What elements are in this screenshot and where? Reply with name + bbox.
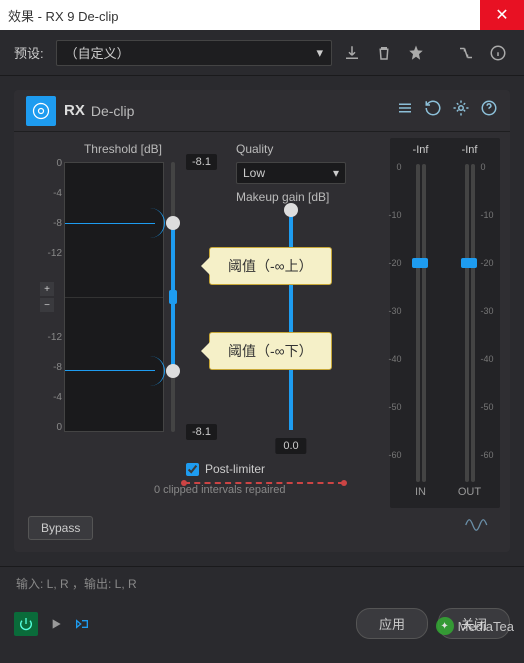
quality-label: Quality xyxy=(236,142,346,156)
quality-value: Low xyxy=(243,166,265,180)
zoom-in-button[interactable]: + xyxy=(40,282,54,296)
scale-tick: -12 xyxy=(42,332,62,343)
threshold-value-bottom[interactable]: -8.1 xyxy=(186,424,217,440)
threshold-link-icon[interactable] xyxy=(169,290,177,304)
threshold-handle-lower[interactable] xyxy=(166,364,180,378)
scale-tick: -4 xyxy=(42,188,62,199)
meter-tick: -10 xyxy=(481,210,494,220)
power-button[interactable] xyxy=(14,612,38,636)
meter-in-label: IN xyxy=(415,486,426,502)
watermark: ✦ MediaTea xyxy=(436,617,514,635)
post-limiter-row: Post-limiter xyxy=(186,462,265,476)
gear-icon[interactable] xyxy=(452,99,470,122)
meter-tick: -40 xyxy=(481,354,494,364)
meter-out: -Inf 0 -10 -20 -30 -40 -50 -60 xyxy=(445,144,494,502)
meters: -Inf 0 -10 -20 -30 -40 -50 -60 xyxy=(390,138,500,508)
makeup-label: Makeup gain [dB] xyxy=(236,190,346,204)
routing-icon[interactable] xyxy=(454,41,478,65)
preset-row: 预设: （自定义） ▾ xyxy=(0,30,524,76)
meter-in: -Inf 0 -10 -20 -30 -40 -50 -60 xyxy=(396,144,445,502)
apply-button[interactable]: 应用 xyxy=(356,608,428,639)
clipped-status: 0 clipped intervals repaired xyxy=(154,484,285,496)
post-limiter-label: Post-limiter xyxy=(205,462,265,476)
meter-tick: -30 xyxy=(388,306,401,316)
plugin-body: Threshold [dB] 0 -4 -8 -12 -12 -8 -4 0 + xyxy=(14,132,510,552)
scale-tick: 0 xyxy=(42,422,62,433)
io-status: 输入: L, R ，输出: L, R xyxy=(0,566,524,600)
meter-tick: -40 xyxy=(388,354,401,364)
scale-tick: -12 xyxy=(42,248,62,259)
preset-value: （自定义） xyxy=(65,43,130,62)
wechat-icon: ✦ xyxy=(436,617,454,635)
threshold-value-top[interactable]: -8.1 xyxy=(186,154,217,170)
window-title: 效果 - RX 9 De-clip xyxy=(8,6,119,25)
meter-out-peak: -Inf xyxy=(462,144,478,160)
meter-out-handle[interactable] xyxy=(461,258,477,268)
window-close-button[interactable]: ✕ xyxy=(480,0,524,30)
makeup-section: Makeup gain [dB] 0.0 xyxy=(236,190,346,430)
makeup-handle[interactable] xyxy=(284,203,298,217)
meter-tick: 0 xyxy=(396,162,401,172)
plugin-panel: RX De-clip Threshold [dB] 0 -4 -8 -12 xyxy=(14,90,510,552)
scale-tick: -4 xyxy=(42,392,62,403)
zoom-out-button[interactable]: − xyxy=(40,298,54,312)
annotation-upper: 阈值（-∞上） xyxy=(209,247,332,285)
meter-tick: -60 xyxy=(388,450,401,460)
meter-in-handle[interactable] xyxy=(412,258,428,268)
chevron-down-icon: ▾ xyxy=(333,166,339,180)
meter-tick: -30 xyxy=(481,306,494,316)
history-icon[interactable] xyxy=(424,99,442,122)
scale-tick: -8 xyxy=(42,362,62,373)
preset-favorite-icon[interactable] xyxy=(404,41,428,65)
plugin-header: RX De-clip xyxy=(14,90,510,132)
preset-select[interactable]: （自定义） ▾ xyxy=(56,40,332,66)
meter-in-peak: -Inf xyxy=(413,144,429,160)
meter-tick: -50 xyxy=(388,402,401,412)
meter-tick: -10 xyxy=(388,210,401,220)
preset-delete-icon[interactable] xyxy=(372,41,396,65)
meter-tick: -60 xyxy=(481,450,494,460)
post-limiter-checkbox[interactable] xyxy=(186,463,199,476)
meter-tick: -20 xyxy=(481,258,494,268)
annotation-lower: 阈值（-∞下） xyxy=(209,332,332,370)
meter-out-track: 0 -10 -20 -30 -40 -50 -60 xyxy=(455,164,485,482)
waveform-icon[interactable] xyxy=(464,515,492,540)
preset-save-icon[interactable] xyxy=(340,41,364,65)
scale-tick: -8 xyxy=(42,218,62,229)
export-button[interactable] xyxy=(74,616,90,632)
makeup-value[interactable]: 0.0 xyxy=(275,438,306,454)
meter-tick: -20 xyxy=(388,258,401,268)
watermark-text: MediaTea xyxy=(458,619,514,634)
threshold-handle-upper[interactable] xyxy=(166,216,180,230)
meter-tick: -50 xyxy=(481,402,494,412)
quality-select[interactable]: Low ▾ xyxy=(236,162,346,184)
window-titlebar: 效果 - RX 9 De-clip ✕ xyxy=(0,0,524,30)
play-button[interactable] xyxy=(48,616,64,632)
plugin-name: De-clip xyxy=(91,103,135,119)
threshold-slider[interactable] xyxy=(166,162,180,432)
help-icon[interactable] xyxy=(480,99,498,122)
list-icon[interactable] xyxy=(396,99,414,122)
info-icon[interactable] xyxy=(486,41,510,65)
meter-out-label: OUT xyxy=(458,486,481,502)
brand-text: RX xyxy=(64,102,85,119)
preset-label: 预设: xyxy=(14,43,44,62)
rx-logo-icon xyxy=(26,96,56,126)
chevron-down-icon: ▾ xyxy=(316,45,323,61)
quality-section: Quality Low ▾ xyxy=(236,142,346,184)
threshold-section: Threshold [dB] 0 -4 -8 -12 -12 -8 -4 0 + xyxy=(48,142,198,432)
bypass-button[interactable]: Bypass xyxy=(28,516,93,540)
scale-tick: 0 xyxy=(42,158,62,169)
meter-tick: 0 xyxy=(481,162,486,172)
threshold-label: Threshold [dB] xyxy=(48,142,198,156)
meter-in-track: 0 -10 -20 -30 -40 -50 -60 xyxy=(406,164,436,482)
threshold-graph[interactable] xyxy=(64,162,164,432)
makeup-slider[interactable]: 0.0 xyxy=(236,210,346,430)
